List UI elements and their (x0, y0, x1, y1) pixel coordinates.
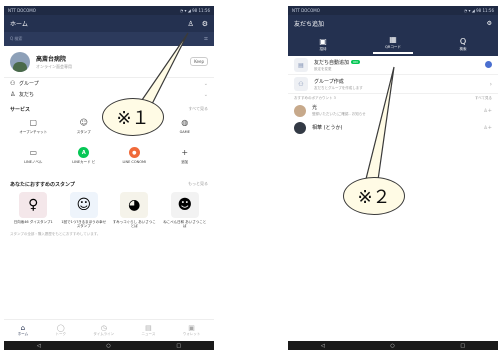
callout-2-label: ※２ (357, 187, 391, 208)
callout-2: ※２ (343, 177, 405, 215)
callout-1-label: ※１ (116, 108, 150, 129)
callout-2-pointer (365, 66, 395, 181)
callout-1: ※１ (102, 98, 164, 136)
callout-1-pointer (141, 32, 189, 105)
callout-pointers (141, 32, 395, 181)
